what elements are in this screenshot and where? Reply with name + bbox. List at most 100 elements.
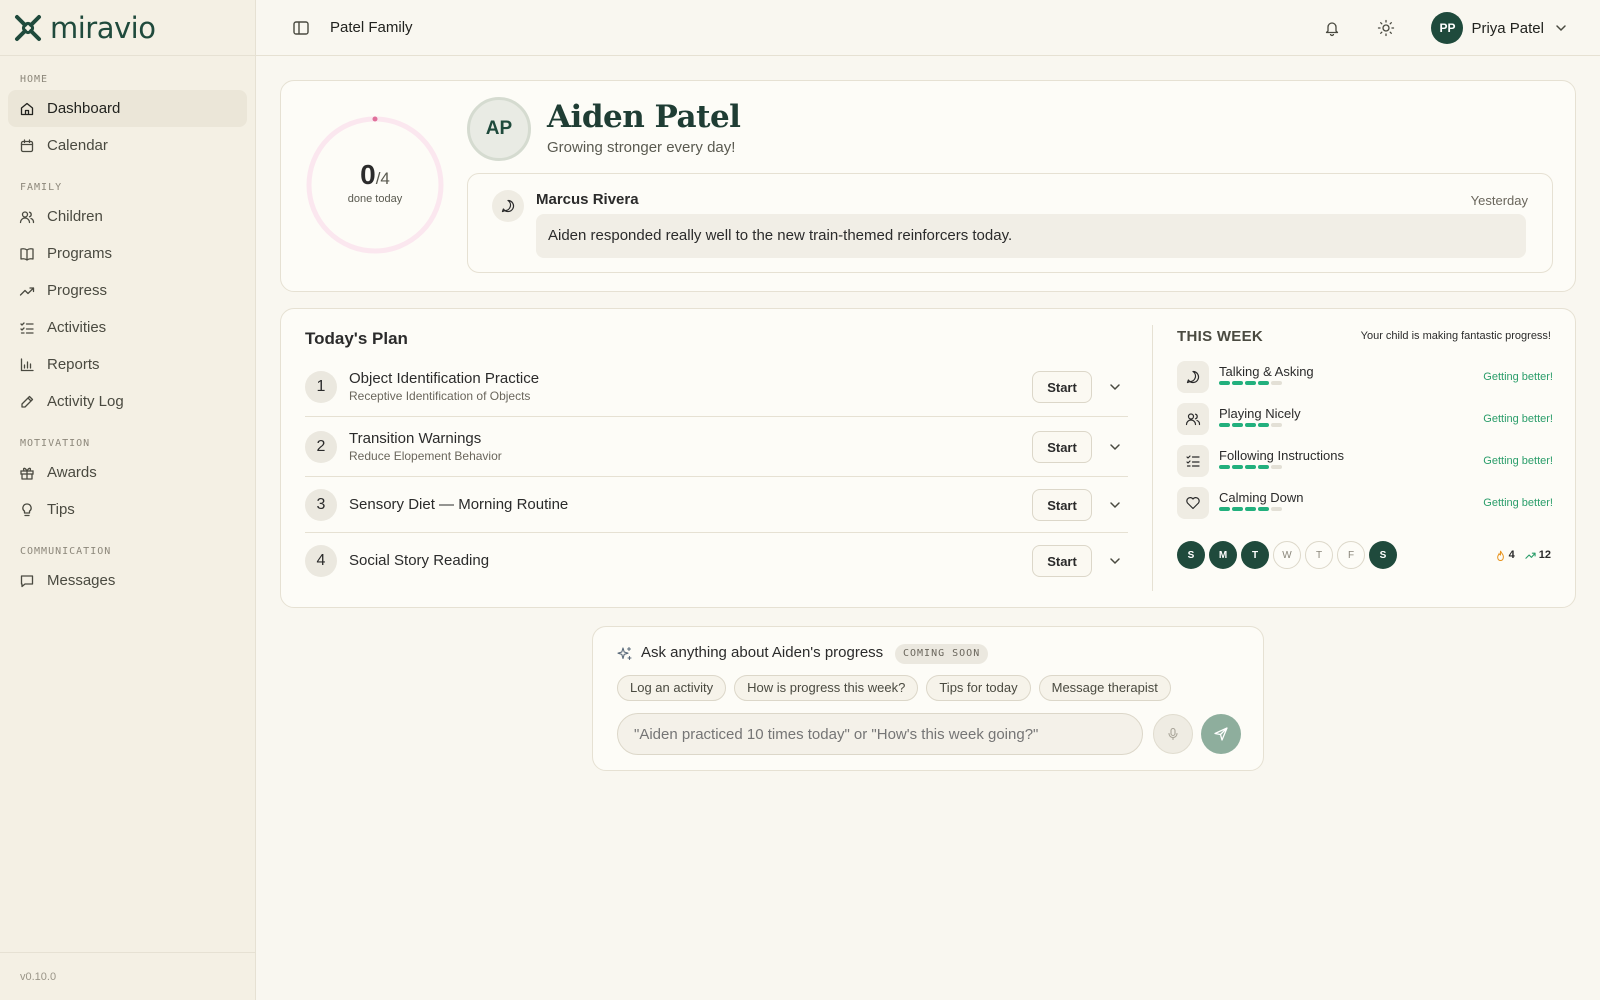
skill-level-segment [1271,423,1282,427]
sidebar-item-label: Reports [47,356,100,373]
skill-level-bar [1219,507,1282,511]
chevron-down-icon[interactable] [1108,498,1122,512]
speech-bubble-icon [492,190,524,222]
microphone-icon [1168,727,1178,741]
suggestion-chip[interactable]: Message therapist [1038,675,1171,701]
plan-row[interactable]: 2 Transition Warnings Reduce Elopement Beh… [305,417,1128,477]
nav-section-communication: COMMUNICATION [20,546,112,557]
start-button[interactable]: Start [1032,489,1092,521]
note-author: Marcus Rivera [536,191,639,208]
therapist-note[interactable]: Marcus Rivera Yesterday Aiden responded … [467,173,1553,273]
plan-item-title: Object Identification Practice [349,370,540,387]
chevron-down-icon[interactable] [1108,554,1122,568]
send-icon [1214,727,1228,741]
sidebar-item-label: Dashboard [47,100,121,117]
family-name[interactable]: Patel Family [330,19,413,36]
divider [1152,325,1153,591]
sidebar-item-calendar[interactable]: Calendar [8,127,247,164]
done-label: done today [347,193,403,205]
sidebar-item-tips[interactable]: Tips [8,491,247,528]
suggestion-chip[interactable]: How is progress this week? [734,675,919,701]
start-button[interactable]: Start [1032,371,1092,403]
sidebar-item-label: Tips [47,501,75,518]
day-indicator: F [1337,541,1365,569]
skill-name: Calming Down [1219,490,1304,505]
skill-level-segment [1245,381,1256,385]
done-count: 0 [360,159,376,190]
skill-status: Getting better! [1483,413,1553,425]
plan-step-number: 2 [305,431,337,463]
chevron-down-icon [1556,25,1566,32]
week-stats: 4 12 [1495,549,1551,561]
sidebar-item-activities[interactable]: Activities [8,309,247,346]
users-icon [19,210,35,223]
skill-row: Talking & Asking Getting better! [1177,361,1553,393]
ask-input[interactable] [617,713,1143,755]
calendar-icon [20,138,34,152]
skill-level-segment [1219,465,1230,469]
sidebar-item-progress[interactable]: Progress [8,272,247,309]
sidebar-toggle-icon[interactable] [292,19,310,37]
day-indicator: T [1305,541,1333,569]
plan-item-title: Sensory Diet — Morning Routine [349,496,569,513]
plan-row[interactable]: 3 Sensory Diet — Morning Routine Start [305,477,1128,533]
sidebar-item-dashboard[interactable]: Dashboard [8,90,247,127]
sidebar: miravio HOME Dashboard Calendar FAMILY Child… [0,0,256,1000]
plan-row[interactable]: 4 Social Story Reading Start [305,533,1128,589]
sidebar-item-activity-log[interactable]: Activity Log [8,383,247,420]
bell-icon[interactable] [1323,19,1341,37]
sidebar-item-programs[interactable]: Programs [8,235,247,272]
sidebar-item-messages[interactable]: Messages [8,562,247,599]
child-summary-card: 0/4 done today AP Aiden Patel Growing st… [280,80,1576,292]
people-icon [1177,403,1209,435]
send-button[interactable] [1201,714,1241,754]
sidebar-item-label: Programs [47,245,113,262]
microphone-button[interactable] [1153,714,1193,754]
sidebar-item-children[interactable]: Children [8,198,247,235]
skill-level-segment [1232,507,1243,511]
brand-logo[interactable]: miravio [0,0,255,56]
trend-up-icon [1525,552,1536,559]
nav-section-home: HOME [20,74,49,85]
skill-row: Calming Down Getting better! [1177,487,1553,519]
plan-week-card: Today's Plan 1 Object Identification Prac… [280,308,1576,608]
chevron-down-icon[interactable] [1108,380,1122,394]
skill-level-segment [1245,465,1256,469]
heart-icon [1177,487,1209,519]
ask-title: Ask anything about Aiden's progress [641,644,884,661]
sun-icon[interactable] [1377,19,1395,37]
day-indicator: W [1273,541,1301,569]
sidebar-item-label: Activity Log [47,393,124,410]
logo-mark-icon [15,14,41,41]
sidebar-item-awards[interactable]: Awards [8,454,247,491]
plan-row[interactable]: 1 Object Identification Practice Receptive… [305,357,1128,417]
start-button[interactable]: Start [1032,545,1092,577]
skill-level-segment [1271,381,1282,385]
daily-progress-ring: 0/4 done today [305,115,445,255]
ask-assistant-card: Ask anything about Aiden's progress COMI… [592,626,1264,771]
skill-level-bar [1219,465,1282,469]
child-avatar: AP [467,97,531,161]
skill-level-segment [1271,465,1282,469]
suggestion-chip[interactable]: Tips for today [926,675,1031,701]
start-button[interactable]: Start [1032,431,1092,463]
skill-level-segment [1245,507,1256,511]
child-tagline: Growing stronger every day! [547,139,736,156]
day-indicator: S [1369,541,1397,569]
sidebar-item-label: Awards [47,464,97,481]
suggestion-chips: Log an activity How is progress this week… [617,675,1171,701]
suggestion-chip[interactable]: Log an activity [617,675,727,701]
user-avatar: PP [1431,12,1464,44]
sidebar-item-label: Activities [47,319,107,336]
plan-item-subtitle: Receptive Identification of Objects [349,389,531,403]
pencil-icon [21,395,34,408]
plan-step-number: 3 [305,489,337,521]
sidebar-item-reports[interactable]: Reports [8,346,247,383]
home-icon [20,102,34,115]
chevron-down-icon[interactable] [1108,440,1122,454]
sidebar-item-label: Progress [47,282,108,299]
skill-level-segment [1258,423,1269,427]
trend-count: 12 [1538,549,1551,561]
user-menu[interactable]: PP Priya Patel [1431,12,1568,44]
speech-bubble-icon [1177,361,1209,393]
